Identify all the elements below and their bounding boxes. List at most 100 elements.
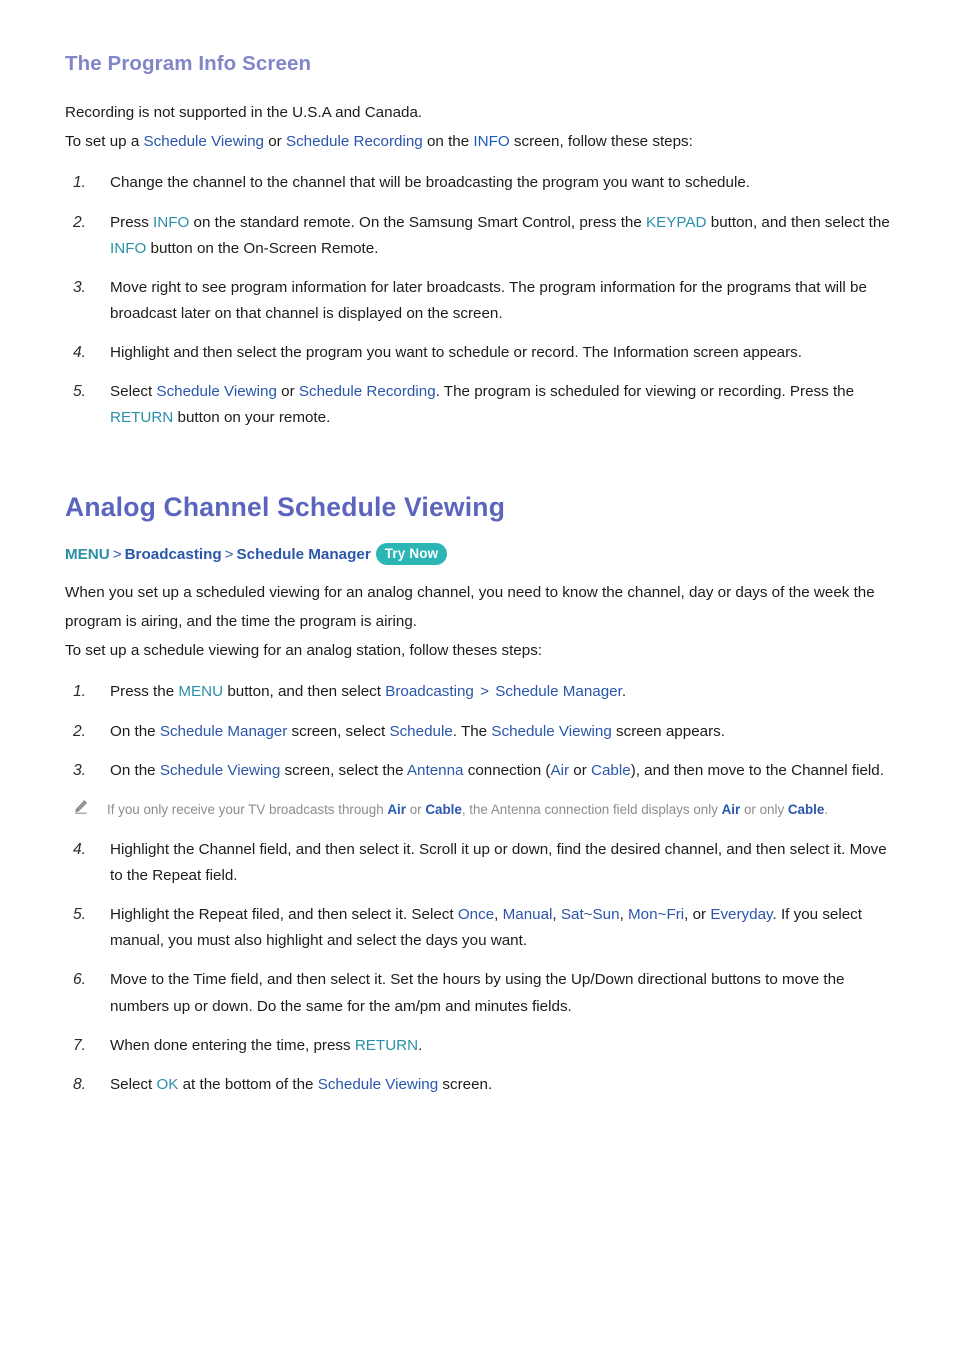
step-body: Select Schedule Viewing or Schedule Reco…: [110, 383, 854, 426]
keyword-link[interactable]: Schedule Manager: [160, 723, 288, 740]
keyword-link[interactable]: Schedule Manager: [495, 683, 622, 700]
keyword-link[interactable]: Antenna: [407, 762, 464, 779]
keyword-link[interactable]: RETURN: [110, 409, 173, 426]
step-text: Move to the Time field, and then select …: [110, 971, 845, 1015]
step-number: 4.: [73, 344, 87, 362]
link-schedule-viewing[interactable]: Schedule Viewing: [144, 133, 264, 150]
step-text: ,: [619, 906, 629, 924]
note-keyword[interactable]: Air: [722, 802, 741, 817]
step-text: screen, select: [287, 722, 390, 740]
step-text: , or: [684, 906, 711, 924]
chevron-right-icon-1: >: [112, 545, 122, 563]
step-item: 6. Move to the Time field, and then selec…: [65, 967, 894, 1019]
intro-line-2: To set up a Schedule Viewing or Schedule…: [65, 127, 894, 156]
step-text: connection (: [463, 761, 551, 779]
intro-text-c: on the: [422, 133, 474, 151]
note-keyword[interactable]: Air: [387, 802, 406, 817]
step-text: screen, select the: [280, 761, 407, 779]
try-now-badge[interactable]: Try Now: [375, 542, 448, 565]
step-item: 4. Highlight and then select the program …: [65, 340, 894, 366]
keyword-link[interactable]: Schedule Viewing: [318, 1076, 438, 1093]
step-text: ,: [552, 906, 561, 924]
steps-analog-part2: 4. Highlight the Channel field, and then …: [65, 837, 894, 1098]
keyword-link[interactable]: Cable: [591, 762, 631, 779]
breadcrumb-broadcasting[interactable]: Broadcasting: [125, 546, 222, 563]
step-text: on the standard remote. On the Samsung S…: [189, 213, 647, 231]
step-item: 2. On the Schedule Manager screen, select…: [65, 719, 894, 745]
step-body: Highlight the Repeat filed, and then sel…: [110, 906, 862, 949]
link-schedule-recording[interactable]: Schedule Recording: [286, 133, 423, 150]
step-item: 5. Select Schedule Viewing or Schedule Re…: [65, 379, 894, 431]
step-item: 7. When done entering the time, press RET…: [65, 1033, 894, 1059]
step-text: at the bottom of the: [178, 1075, 318, 1093]
keyword-link[interactable]: Broadcasting: [385, 683, 474, 700]
step-body: Press the MENU button, and then select B…: [110, 683, 626, 700]
keyword-link[interactable]: MENU: [178, 683, 223, 700]
note-plain-text: .: [824, 801, 829, 817]
keyword-link[interactable]: OK: [156, 1076, 178, 1093]
step-body: Move right to see program information fo…: [110, 279, 867, 322]
step-text: Move right to see program information fo…: [110, 278, 867, 322]
keyword-link[interactable]: Manual: [503, 906, 553, 923]
step-item: 5. Highlight the Repeat filed, and then s…: [65, 902, 894, 954]
step-text: .: [418, 1036, 423, 1054]
keyword-link[interactable]: Schedule Recording: [299, 383, 436, 400]
step-body: Change the channel to the channel that w…: [110, 174, 750, 191]
step-item: 3. Move right to see program information …: [65, 275, 894, 327]
step-text: Highlight and then select the program yo…: [110, 344, 802, 362]
step-text: button on your remote.: [173, 409, 331, 427]
breadcrumb-menu[interactable]: MENU: [65, 546, 110, 563]
step-number: 2.: [73, 213, 87, 231]
step-number: 5.: [73, 383, 87, 401]
step-text: screen.: [438, 1075, 493, 1093]
keyword-link[interactable]: INFO: [153, 214, 189, 231]
step-text: . The program is scheduled for viewing o…: [435, 383, 855, 401]
breadcrumb-schedule-manager[interactable]: Schedule Manager: [237, 546, 371, 563]
step-text: Highlight the Repeat filed, and then sel…: [110, 906, 458, 924]
step-number: 8.: [73, 1075, 87, 1093]
breadcrumb: MENU > Broadcasting > Schedule Manager Try No…: [65, 541, 894, 568]
step-body: Move to the Time field, and then select …: [110, 971, 844, 1014]
step-text: or: [569, 761, 591, 779]
step-text: ,: [494, 906, 503, 924]
page-main-heading: Analog Channel Schedule Viewing: [65, 491, 506, 522]
step-text: screen appears.: [611, 722, 725, 740]
note-text: If you only receive your TV broadcasts t…: [107, 802, 828, 817]
intro-line-1: Recording is not supported in the U.S.A …: [65, 104, 423, 121]
keyword-link[interactable]: Schedule: [389, 723, 452, 740]
step-text: Press the: [110, 683, 179, 701]
keyword-link[interactable]: Air: [550, 762, 569, 779]
keyword-link[interactable]: Everyday: [710, 906, 772, 923]
step-item: 3. On the Schedule Viewing screen, select…: [65, 758, 894, 784]
keyword-link[interactable]: INFO: [110, 240, 146, 257]
step-body: Highlight and then select the program yo…: [110, 344, 802, 361]
keyword-link[interactable]: RETURN: [355, 1037, 418, 1054]
step-number: 7.: [73, 1036, 87, 1054]
keyword-link[interactable]: Mon~Fri: [628, 906, 684, 923]
document-page: The Program Info Screen Recording is not…: [0, 0, 954, 1098]
keyword-link[interactable]: Sat~Sun: [561, 906, 620, 923]
note-keyword[interactable]: Cable: [425, 802, 461, 817]
step-text: button, and then select the: [706, 213, 890, 231]
page-sub-heading: The Program Info Screen: [65, 52, 312, 75]
analog-para-2: To set up a schedule viewing for an anal…: [65, 642, 543, 660]
step-item: 8. Select OK at the bottom of the Schedul…: [65, 1072, 894, 1098]
note-keyword[interactable]: Cable: [788, 802, 824, 817]
chevron-right-icon: >: [475, 683, 494, 701]
step-number: 3.: [73, 761, 87, 779]
keyword-link[interactable]: Schedule Viewing: [491, 723, 611, 740]
link-info[interactable]: INFO: [473, 133, 509, 150]
step-item: 4. Highlight the Channel field, and then …: [65, 837, 894, 889]
keyword-link[interactable]: Schedule Viewing: [156, 383, 276, 400]
step-text: or: [276, 383, 299, 401]
step-text: Highlight the Channel field, and then se…: [110, 840, 887, 885]
step-text: .: [621, 683, 627, 701]
step-body: Highlight the Channel field, and then se…: [110, 841, 887, 884]
keyword-link[interactable]: Once: [458, 906, 494, 923]
keyword-link[interactable]: KEYPAD: [646, 214, 707, 231]
chevron-right-icon-2: >: [224, 545, 234, 563]
step-text: ), and then move to the Channel field.: [630, 761, 884, 779]
keyword-link[interactable]: Schedule Viewing: [160, 762, 280, 779]
step-text: On the: [110, 722, 160, 740]
step-text: When done entering the time, press: [110, 1036, 355, 1054]
